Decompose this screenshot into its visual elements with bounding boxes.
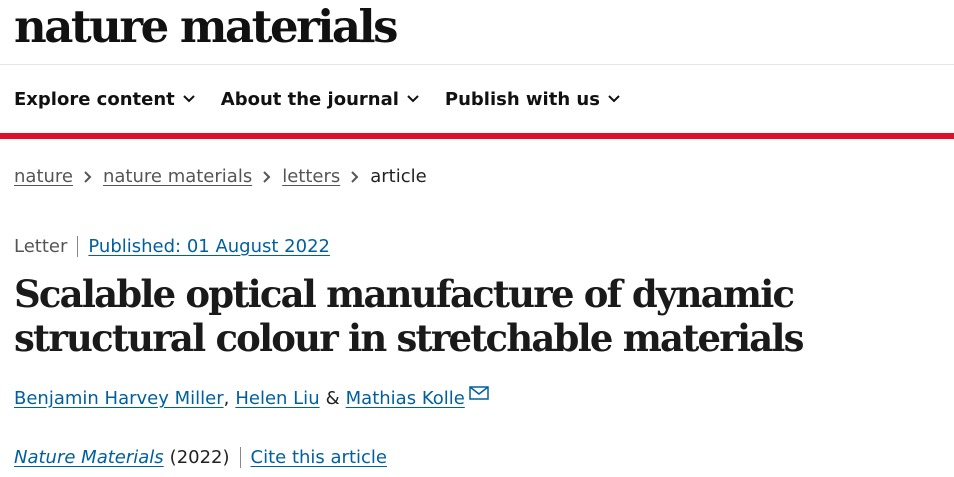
mail-icon[interactable] (469, 385, 489, 400)
citation-line: Nature Materials (2022) Cite this articl… (14, 447, 387, 468)
nav-item-label: Explore content (14, 88, 175, 110)
nav-item-label: About the journal (220, 88, 399, 110)
author-link[interactable]: Benjamin Harvey Miller (14, 388, 224, 409)
cite-this-article-link[interactable]: Cite this article (251, 447, 387, 468)
chevron-right-icon (263, 170, 271, 183)
article-type: Letter (14, 236, 79, 257)
article-title: Scalable optical manufacture of dynamic … (14, 272, 804, 360)
author-separator: & (325, 388, 340, 409)
chevron-down-icon (407, 95, 419, 103)
breadcrumb: nature nature materials letters article (14, 166, 427, 187)
published-date-link[interactable]: Published: 01 August 2022 (88, 236, 330, 257)
journal-link[interactable]: Nature Materials (14, 447, 164, 468)
chevron-down-icon (183, 95, 195, 103)
nav-publish-with-us[interactable]: Publish with us (445, 89, 620, 110)
author-link[interactable]: Helen Liu (235, 388, 319, 409)
breadcrumb-link-nature[interactable]: nature (14, 166, 73, 187)
nav-about-the-journal[interactable]: About the journal (221, 89, 419, 110)
nav-explore-content[interactable]: Explore content (14, 89, 195, 110)
author-link[interactable]: Mathias Kolle (346, 388, 465, 409)
article-meta: Letter Published: 01 August 2022 (14, 236, 330, 257)
author-list: Benjamin Harvey Miller , Helen Liu & Mat… (14, 385, 489, 409)
breadcrumb-link-letters[interactable]: letters (282, 166, 340, 187)
breadcrumb-current: article (370, 166, 427, 187)
author-separator: , (223, 388, 230, 409)
chevron-right-icon (84, 170, 92, 183)
chevron-right-icon (351, 170, 359, 183)
nav-item-label: Publish with us (444, 88, 600, 110)
main-nav: Explore content About the journal Publis… (0, 65, 954, 139)
publication-year: (2022) (170, 447, 241, 468)
site-header: nature materials (0, 0, 954, 65)
chevron-down-icon (608, 95, 620, 103)
site-logo[interactable]: nature materials (14, 4, 398, 49)
breadcrumb-link-nature-materials[interactable]: nature materials (103, 166, 252, 187)
